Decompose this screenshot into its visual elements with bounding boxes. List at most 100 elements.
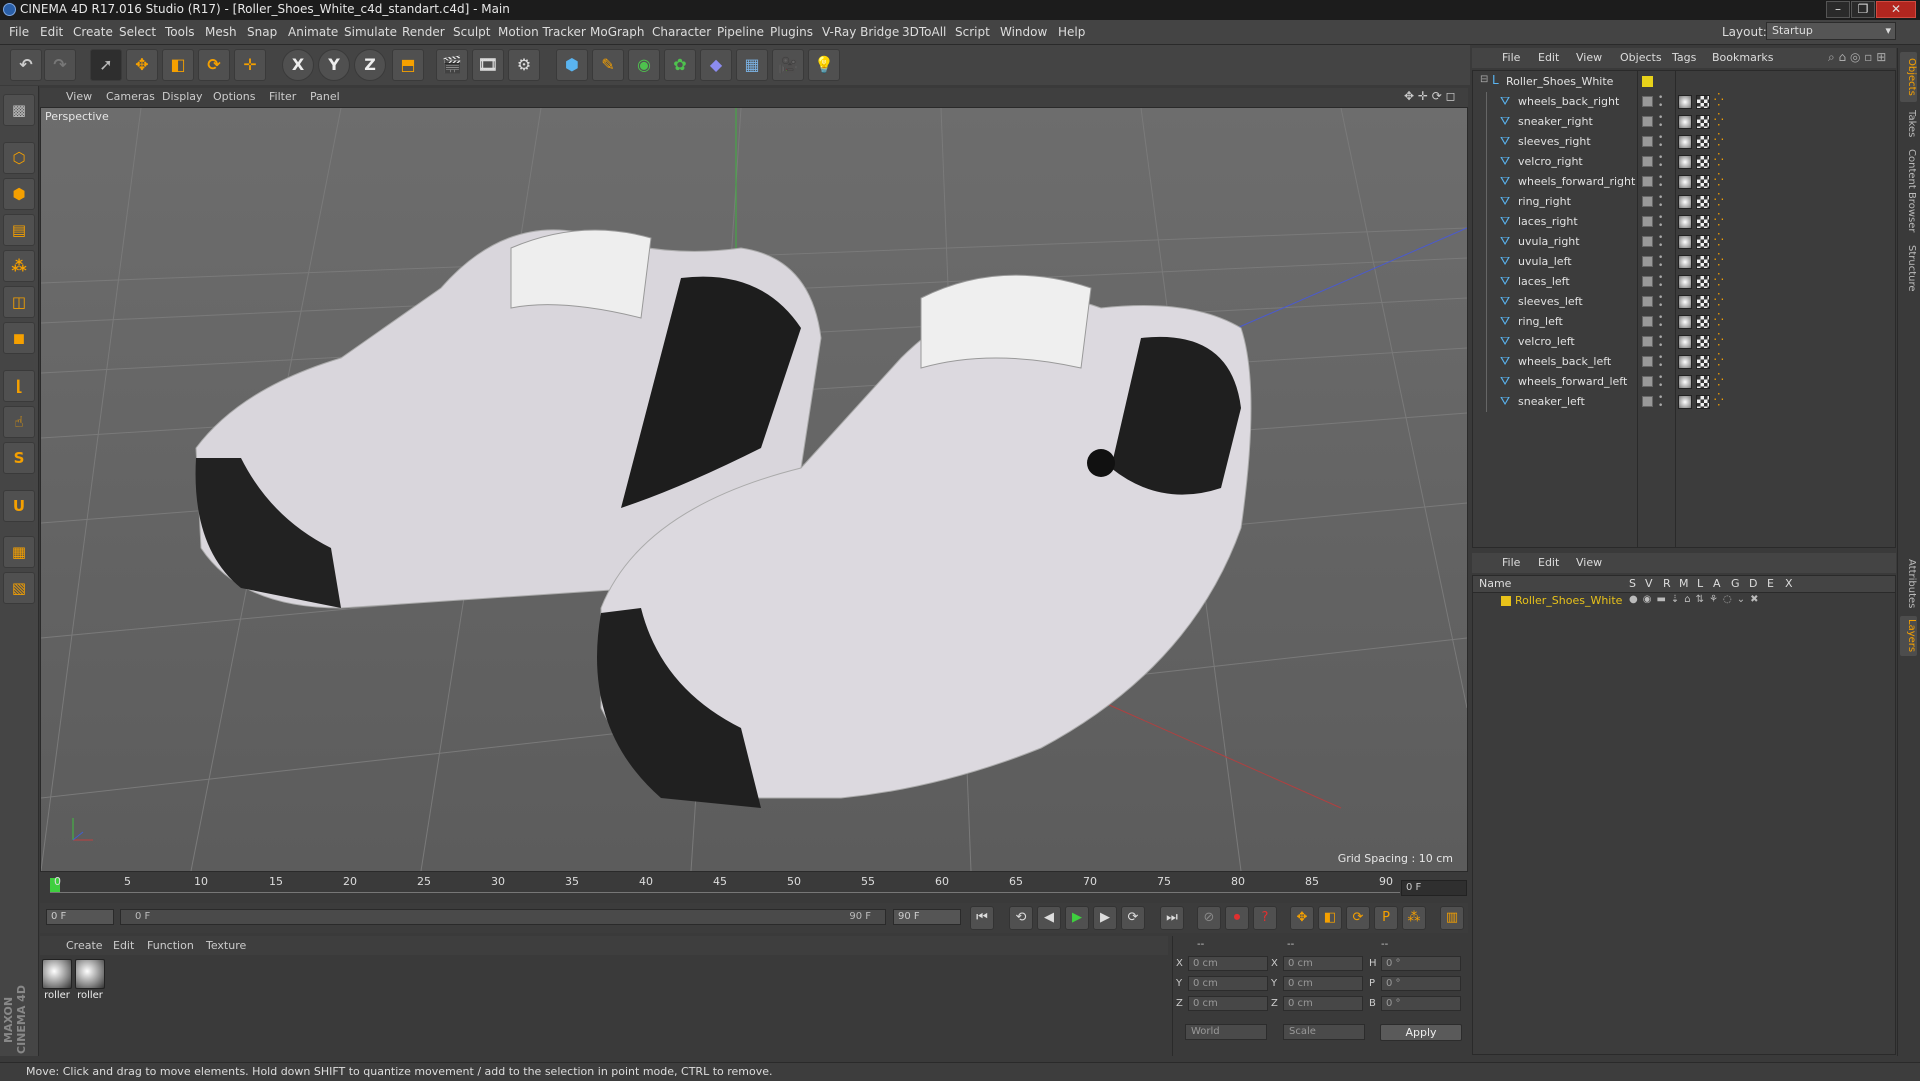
display-tag-icon[interactable] — [1642, 156, 1653, 167]
undo-icon[interactable]: ↶ — [10, 49, 42, 81]
object-row[interactable]: ⛛ uvula_right • • ⁛ — [1472, 232, 1896, 252]
menu-window[interactable]: Window — [1000, 25, 1047, 39]
visibility-dots-icon[interactable]: • • — [1658, 374, 1663, 391]
visibility-dots-icon[interactable]: • • — [1658, 154, 1663, 171]
display-tag-icon[interactable] — [1642, 96, 1653, 107]
material-tag-icon[interactable] — [1678, 375, 1692, 389]
display-tag-icon[interactable] — [1642, 376, 1653, 387]
menu-3dtoall[interactable]: 3DToAll — [902, 25, 946, 39]
menu-script[interactable]: Script — [955, 25, 990, 39]
viewport-menu-panel[interactable]: Panel — [310, 90, 340, 103]
object-row[interactable]: ⛛ wheels_forward_left • • ⁛ — [1472, 372, 1896, 392]
objects-menu-bookmarks[interactable]: Bookmarks — [1712, 51, 1773, 64]
pos-z-field[interactable]: 0 cm — [1188, 996, 1268, 1011]
rot-p-field[interactable]: 0 ° — [1381, 976, 1461, 991]
material-thumbnail[interactable] — [75, 959, 105, 989]
phong-tag-icon[interactable]: ⁛ — [1714, 333, 1724, 347]
layers-menu-file[interactable]: File — [1502, 556, 1520, 569]
objects-menu-file[interactable]: File — [1502, 51, 1520, 64]
phong-tag-icon[interactable]: ⁛ — [1714, 233, 1724, 247]
visibility-dots-icon[interactable]: • • — [1658, 194, 1663, 211]
tweak-mode-icon[interactable]: ☝ — [3, 406, 35, 438]
phong-tag-icon[interactable]: ⁛ — [1714, 113, 1724, 127]
phong-tag-icon[interactable]: ⁛ — [1714, 293, 1724, 307]
texture-tag-icon[interactable] — [1696, 295, 1710, 309]
y-axis-lock-button[interactable]: Y — [318, 49, 350, 81]
material-menu-function[interactable]: Function — [147, 939, 194, 952]
texture-mode-icon[interactable]: ⬢ — [3, 178, 35, 210]
texture-tag-icon[interactable] — [1696, 195, 1710, 209]
menu-vray-bridge[interactable]: V-Ray Bridge — [822, 25, 899, 39]
viewport-menu-view[interactable]: View — [66, 90, 92, 103]
viewport-menu-display[interactable]: Display — [162, 90, 203, 103]
material-tag-icon[interactable] — [1678, 275, 1692, 289]
display-tag-icon[interactable] — [1642, 176, 1653, 187]
edges-mode-icon[interactable]: ◫ — [3, 286, 35, 318]
current-frame-field[interactable]: 0 F — [1401, 880, 1467, 896]
material-menu-texture[interactable]: Texture — [206, 939, 246, 952]
tab-content-browser[interactable]: Content Browser — [1900, 146, 1917, 236]
material-tag-icon[interactable] — [1678, 115, 1692, 129]
layers-menu-view[interactable]: View — [1576, 556, 1602, 569]
render-settings-icon[interactable]: ⚙ — [508, 49, 540, 81]
display-tag-icon[interactable] — [1642, 276, 1653, 287]
visibility-dots-icon[interactable]: • • — [1658, 274, 1663, 291]
display-tag-icon[interactable] — [1642, 356, 1653, 367]
object-row[interactable]: ⛛ velcro_right • • ⁛ — [1472, 152, 1896, 172]
objects-search-icon[interactable]: ⌕ ⌂ ◎ ▫ ⊞ — [1828, 50, 1886, 65]
motion-record-icon[interactable]: ⊘ — [1197, 906, 1221, 930]
maximize-button[interactable]: ❐ — [1851, 1, 1875, 18]
x-axis-lock-button[interactable]: X — [282, 49, 314, 81]
magnet-icon[interactable]: U — [3, 490, 35, 522]
next-frame-icon[interactable]: ▶ — [1093, 906, 1117, 930]
material-tag-icon[interactable] — [1678, 95, 1692, 109]
visibility-dots-icon[interactable]: • • — [1658, 234, 1663, 251]
material-tag-icon[interactable] — [1678, 355, 1692, 369]
layout-dropdown[interactable]: Startup ▾ — [1766, 22, 1896, 40]
menu-simulate[interactable]: Simulate — [344, 25, 397, 39]
key-position-icon[interactable]: ✥ — [1290, 906, 1314, 930]
texture-tag-icon[interactable] — [1696, 175, 1710, 189]
texture-tag-icon[interactable] — [1696, 155, 1710, 169]
viewport-menu-cameras[interactable]: Cameras — [106, 90, 155, 103]
layer-col-deformers[interactable]: D — [1749, 577, 1757, 590]
close-button[interactable]: ✕ — [1876, 1, 1916, 18]
next-key-icon[interactable]: ⟳ — [1121, 906, 1145, 930]
texture-tag-icon[interactable] — [1696, 95, 1710, 109]
menu-character[interactable]: Character — [652, 25, 711, 39]
object-row[interactable]: ⛛ ring_right • • ⁛ — [1472, 192, 1896, 212]
display-tag-icon[interactable] — [1642, 216, 1653, 227]
perspective-viewport[interactable]: Perspective Grid Spacing : 10 cm — [40, 107, 1468, 872]
key-scale-icon[interactable]: ◧ — [1318, 906, 1342, 930]
deformer-icon[interactable]: ◆ — [700, 49, 732, 81]
layer-col-animation[interactable]: A — [1713, 577, 1721, 590]
menu-sculpt[interactable]: Sculpt — [453, 25, 490, 39]
phong-tag-icon[interactable]: ⁛ — [1714, 353, 1724, 367]
subdivision-surface-icon[interactable]: ◉ — [628, 49, 660, 81]
material-tag-icon[interactable] — [1678, 195, 1692, 209]
pos-y-field[interactable]: 0 cm — [1188, 976, 1268, 991]
display-tag-icon[interactable] — [1642, 136, 1653, 147]
menu-pipeline[interactable]: Pipeline — [717, 25, 764, 39]
display-tag-icon[interactable] — [1642, 316, 1653, 327]
key-pla-icon[interactable]: ⁂ — [1402, 906, 1426, 930]
texture-tag-icon[interactable] — [1696, 375, 1710, 389]
z-axis-lock-button[interactable]: Z — [354, 49, 386, 81]
material-tag-icon[interactable] — [1678, 315, 1692, 329]
timeline-window-icon[interactable]: ▥ — [1440, 906, 1464, 930]
rot-h-field[interactable]: 0 ° — [1381, 956, 1461, 971]
phong-tag-icon[interactable]: ⁛ — [1714, 373, 1724, 387]
material-thumbnail[interactable] — [42, 959, 72, 989]
material-tag-icon[interactable] — [1678, 255, 1692, 269]
object-row[interactable]: ⛛ wheels_back_right • • ⁛ — [1472, 92, 1896, 112]
menu-tools[interactable]: Tools — [165, 25, 195, 39]
menu-file[interactable]: File — [9, 25, 29, 39]
texture-tag-icon[interactable] — [1696, 275, 1710, 289]
workplane-lock-icon[interactable]: ▦ — [3, 536, 35, 568]
go-to-end-icon[interactable]: ⏭ — [1160, 906, 1184, 930]
visibility-dots-icon[interactable]: • • — [1658, 354, 1663, 371]
menu-render[interactable]: Render — [402, 25, 445, 39]
key-parameter-icon[interactable]: P — [1374, 906, 1398, 930]
phong-tag-icon[interactable]: ⁛ — [1714, 193, 1724, 207]
axis-mode-icon[interactable]: ⌊ — [3, 370, 35, 402]
